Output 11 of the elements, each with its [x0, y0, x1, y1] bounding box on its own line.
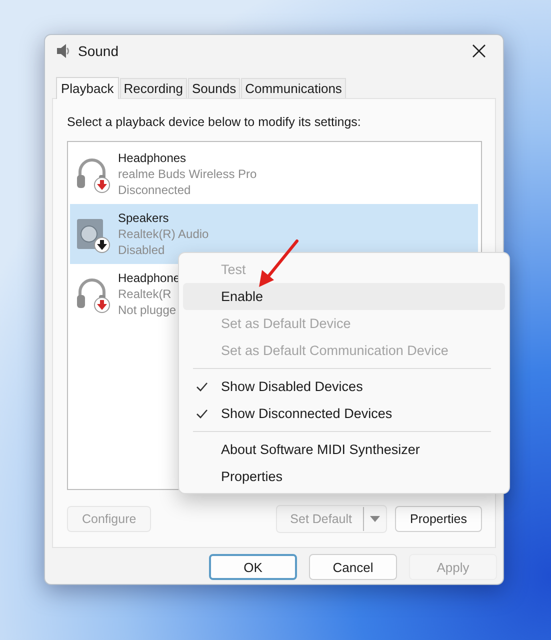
device-driver: realme Buds Wireless Pro — [118, 166, 257, 182]
device-driver: Realtek(R) Audio — [118, 226, 209, 242]
device-name: Headphones — [118, 150, 188, 166]
device-status: Disabled — [118, 242, 166, 258]
device-status: Not plugge — [118, 302, 178, 318]
instruction-text: Select a playback device below to modify its settings: — [67, 115, 362, 129]
device-driver: Realtek(R — [118, 286, 172, 302]
window-title: Sound — [78, 43, 120, 59]
device-name: Speakers — [118, 210, 170, 226]
device-name: Headphone — [118, 270, 180, 286]
device-status: Disconnected — [118, 182, 192, 198]
